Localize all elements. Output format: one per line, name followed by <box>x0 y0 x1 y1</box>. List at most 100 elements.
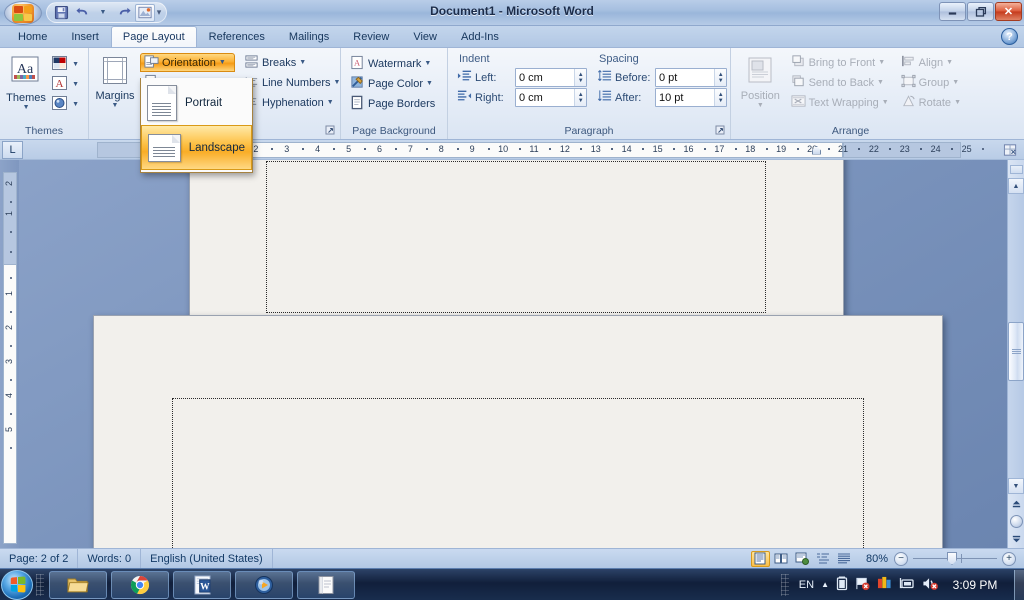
show-desktop-button[interactable] <box>1014 570 1024 600</box>
align-button[interactable]: Align ▼ <box>897 53 965 72</box>
themes-button[interactable]: Aa Themes ▼ <box>5 53 47 114</box>
tab-references[interactable]: References <box>197 26 277 47</box>
taskbar-microsoft-word[interactable]: W <box>173 571 231 599</box>
theme-effects-button[interactable]: ▼ <box>47 95 83 114</box>
bring-to-front-button[interactable]: Bring to Front ▼ <box>787 53 893 72</box>
tab-view[interactable]: View <box>401 26 449 47</box>
tab-page-layout[interactable]: Page Layout <box>111 26 197 47</box>
zoom-out-button[interactable]: − <box>894 552 908 566</box>
action-center-flag-icon[interactable] <box>855 576 870 594</box>
group-button[interactable]: Group ▼ <box>897 73 965 92</box>
tab-insert[interactable]: Insert <box>59 26 111 47</box>
hruler-num-12: 11 <box>529 144 538 154</box>
group-label: Group <box>919 77 950 89</box>
minimize-button[interactable] <box>939 2 966 21</box>
taskbar-windows-explorer[interactable] <box>49 571 107 599</box>
status-page-number[interactable]: Page: 2 of 2 <box>0 549 78 568</box>
scrollbar-track[interactable] <box>1008 194 1024 478</box>
zoom-in-button[interactable]: + <box>1002 552 1016 566</box>
orientation-dropdown-menu[interactable]: Portrait Landscape <box>140 78 253 173</box>
select-browse-object-button[interactable] <box>1008 512 1024 530</box>
colored-tray-icon[interactable] <box>877 576 892 593</box>
spacing-before-stepper[interactable]: ▲▼ <box>714 69 726 86</box>
vertical-ruler[interactable]: 2 1 1 2 3 4 5 <box>3 172 17 544</box>
split-bar-handle[interactable] <box>1008 160 1024 178</box>
network-icon[interactable] <box>899 576 915 593</box>
close-button[interactable]: ✕ <box>995 2 1022 21</box>
tab-stop-selector[interactable]: L <box>2 141 23 159</box>
draft-view-icon[interactable] <box>835 551 854 567</box>
group-caret-icon: ▼ <box>952 79 959 86</box>
theme-colors-button[interactable]: ▼ <box>47 55 83 74</box>
tab-home[interactable]: Home <box>6 26 59 47</box>
hyphenation-button[interactable]: Hyphenation ▼ <box>240 93 344 112</box>
page-borders-button[interactable]: Page Borders <box>346 94 439 113</box>
next-page-button[interactable] <box>1008 530 1024 548</box>
previous-page-button[interactable] <box>1008 494 1024 512</box>
watermark-button[interactable]: A Watermark ▼ <box>346 54 439 73</box>
help-icon[interactable]: ? <box>1001 28 1018 45</box>
spacing-after-stepper[interactable]: ▲▼ <box>714 89 726 106</box>
indent-left-field[interactable]: ▲▼ <box>515 68 587 87</box>
scroll-up-button[interactable]: ▲ <box>1008 178 1024 194</box>
spacing-after-input[interactable] <box>656 89 714 106</box>
taskbar-google-chrome[interactable] <box>111 571 169 599</box>
battery-icon[interactable] <box>836 575 848 594</box>
page-color-button[interactable]: Page Color ▼ <box>346 74 439 93</box>
text-wrapping-button[interactable]: Text Wrapping ▼ <box>787 93 893 112</box>
outline-view-icon[interactable] <box>814 551 833 567</box>
margins-button[interactable]: Margins ▼ <box>94 53 136 112</box>
margins-caret-icon: ▼ <box>112 102 119 109</box>
document-page-2[interactable] <box>93 315 943 548</box>
full-screen-reading-view-icon[interactable] <box>772 551 791 567</box>
indent-right-stepper[interactable]: ▲▼ <box>574 89 586 106</box>
hruler-tick <box>951 148 953 150</box>
taskbar-media-player[interactable] <box>235 571 293 599</box>
zoom-track[interactable] <box>913 558 997 559</box>
web-layout-view-icon[interactable] <box>793 551 812 567</box>
taskbar-notepad[interactable] <box>297 571 355 599</box>
tab-review[interactable]: Review <box>341 26 401 47</box>
tab-add-ins[interactable]: Add-Ins <box>449 26 511 47</box>
zoom-slider[interactable]: − + <box>894 552 1024 566</box>
position-button[interactable]: Position ▼ <box>736 53 785 112</box>
print-layout-view-icon[interactable] <box>751 551 770 567</box>
spacing-before-input[interactable] <box>656 69 714 86</box>
page-setup-dialog-launcher[interactable] <box>325 125 336 136</box>
page-borders-icon <box>350 95 365 113</box>
language-indicator[interactable]: EN <box>799 579 814 591</box>
line-numbers-button[interactable]: 12 Line Numbers ▼ <box>240 73 344 92</box>
status-word-count[interactable]: Words: 0 <box>78 549 141 568</box>
start-button[interactable] <box>1 570 33 600</box>
document-canvas[interactable] <box>19 160 1007 548</box>
restore-button[interactable] <box>967 2 994 21</box>
vertical-scrollbar[interactable]: ▲ ▼ <box>1007 160 1024 548</box>
show-hidden-icons-icon[interactable]: ▲ <box>821 580 829 589</box>
theme-fonts-caret-icon: ▼ <box>72 81 79 88</box>
view-ruler-toggle[interactable] <box>997 143 1024 157</box>
orientation-menu-item-portrait[interactable]: Portrait <box>141 80 252 125</box>
orientation-menu-item-landscape[interactable]: Landscape <box>141 125 252 170</box>
volume-muted-icon[interactable] <box>922 576 939 594</box>
vruler-num-1: 1 <box>4 291 16 296</box>
paragraph-dialog-launcher[interactable] <box>715 125 726 136</box>
indent-right-field[interactable]: ▲▼ <box>515 88 587 107</box>
orientation-button[interactable]: Orientation ▼ <box>140 53 235 72</box>
indent-left-input[interactable] <box>516 69 574 86</box>
scrollbar-thumb[interactable] <box>1008 322 1024 382</box>
spacing-after-row: After: ▲▼ <box>597 88 727 107</box>
rotate-button[interactable]: Rotate ▼ <box>897 93 965 112</box>
zoom-slider-thumb[interactable] <box>947 552 957 565</box>
taskbar-clock[interactable]: 3:09 PM <box>946 578 1004 592</box>
theme-fonts-button[interactable]: A ▼ <box>47 75 83 94</box>
tab-mailings[interactable]: Mailings <box>277 26 341 47</box>
breaks-button[interactable]: Breaks ▼ <box>240 53 344 72</box>
indent-left-stepper[interactable]: ▲▼ <box>574 69 586 86</box>
spacing-after-field[interactable]: ▲▼ <box>655 88 727 107</box>
zoom-level-label[interactable]: 80% <box>860 553 894 565</box>
send-to-back-button[interactable]: Send to Back ▼ <box>787 73 893 92</box>
indent-right-input[interactable] <box>516 89 574 106</box>
spacing-before-field[interactable]: ▲▼ <box>655 68 727 87</box>
scroll-down-button[interactable]: ▼ <box>1008 478 1024 494</box>
status-language[interactable]: English (United States) <box>141 549 273 568</box>
